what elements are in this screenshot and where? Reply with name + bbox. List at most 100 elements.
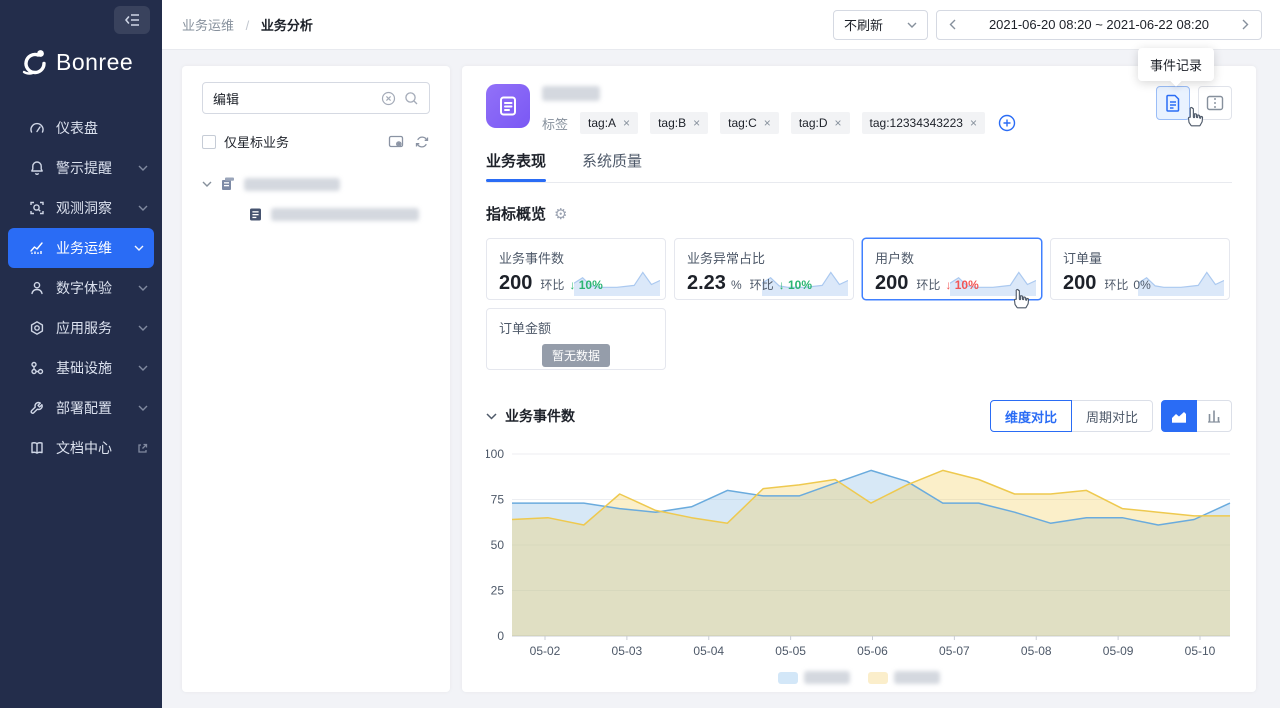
svg-text:50: 50 — [491, 538, 505, 552]
date-range-value: 2021-06-20 08:20 ~ 2021-06-22 08:20 — [989, 17, 1209, 32]
breadcrumb-separator: / — [246, 18, 250, 33]
arrow-down-icon: ↓ — [779, 278, 785, 292]
redacted-entity-title — [542, 86, 600, 101]
metric-card-users[interactable]: 用户数 200 环比 ↓ 10% — [862, 238, 1042, 300]
metric-card-error-ratio[interactable]: 业务异常占比 2.23 % 环比 ↓ 10% — [674, 238, 854, 300]
entity-header: 标签 tag:A× tag:B× tag:C× tag:D× tag:12334… — [486, 84, 1232, 134]
tag-pill: tag:B× — [650, 112, 708, 134]
tree-node-item[interactable] — [202, 199, 430, 229]
sidebar-nav: 仪表盘 警示提醒 观测洞察 业务运维 数字体验 — [0, 108, 162, 468]
tag-remove-icon[interactable]: × — [835, 116, 842, 130]
hexagon-app-icon — [28, 320, 46, 336]
svg-text:05-06: 05-06 — [857, 644, 888, 658]
tag-remove-icon[interactable]: × — [764, 116, 771, 130]
business-analysis-panel: 事件记录 标签 — [462, 66, 1256, 692]
refresh-select-value: 不刷新 — [844, 15, 883, 34]
tag-pill: tag:D× — [791, 112, 850, 134]
sidebar-item-label: 警示提醒 — [56, 158, 138, 178]
metric-value: 200 — [499, 272, 532, 295]
business-entity-icon — [486, 84, 530, 128]
bar-chart-type-button[interactable] — [1196, 400, 1232, 432]
svg-text:75: 75 — [491, 493, 505, 507]
chevron-down-icon — [138, 325, 148, 331]
breadcrumb-parent[interactable]: 业务运维 — [182, 18, 234, 33]
metric-card-order-amount[interactable]: 订单金额 暂无数据 — [486, 308, 666, 370]
svg-text:05-07: 05-07 — [939, 644, 970, 658]
chevron-down-icon[interactable] — [486, 413, 497, 420]
panel-settings-icon[interactable] — [388, 134, 404, 150]
clear-icon[interactable] — [381, 91, 396, 106]
main-column: 业务运维 / 业务分析 不刷新 2021-06-20 08:20 ~ 2021-… — [162, 0, 1280, 708]
tags-label: 标签 — [542, 114, 568, 133]
svg-text:05-03: 05-03 — [612, 644, 643, 658]
sidebar-item-digital-experience[interactable]: 数字体验 — [0, 268, 162, 308]
sidebar-item-app-services[interactable]: 应用服务 — [0, 308, 162, 348]
sync-icon[interactable] — [414, 134, 430, 150]
sidebar-item-infrastructure[interactable]: 基础设施 — [0, 348, 162, 388]
arrow-down-icon: ↓ — [945, 278, 951, 292]
compare-mode-toggle: 维度对比 周期对比 — [990, 400, 1153, 432]
sidebar-item-alerts[interactable]: 警示提醒 — [0, 148, 162, 188]
sidebar-item-label: 基础设施 — [56, 358, 138, 378]
tab-business-performance[interactable]: 业务表现 — [486, 150, 546, 182]
sidebar: Bonree 仪表盘 警示提醒 观测洞察 业务运维 — [0, 0, 162, 708]
search-input[interactable] — [213, 91, 373, 106]
sidebar-item-business-ops[interactable]: 业务运维 — [8, 228, 154, 268]
topbar: 业务运维 / 业务分析 不刷新 2021-06-20 08:20 ~ 2021-… — [162, 0, 1280, 50]
event-log-button[interactable] — [1156, 86, 1190, 120]
sidebar-item-label: 观测洞察 — [56, 198, 138, 218]
refresh-interval-select[interactable]: 不刷新 — [833, 10, 928, 40]
external-link-icon — [137, 443, 148, 454]
date-range-picker[interactable]: 2021-06-20 08:20 ~ 2021-06-22 08:20 — [936, 10, 1262, 40]
period-compare-button[interactable]: 周期对比 — [1071, 400, 1153, 432]
chart-section-header: 业务事件数 维度对比 周期对比 — [486, 400, 1232, 432]
book-icon — [28, 440, 46, 456]
chevron-down-icon — [907, 22, 917, 28]
chevron-down-icon[interactable] — [202, 181, 212, 187]
legend-swatch — [778, 672, 798, 684]
bell-icon — [28, 160, 46, 176]
dimension-compare-button[interactable]: 维度对比 — [990, 400, 1072, 432]
business-group-icon — [220, 176, 236, 192]
legend-swatch — [868, 672, 888, 684]
redacted-node-label — [244, 178, 340, 191]
collapse-panel-icon — [124, 13, 140, 27]
svg-text:100: 100 — [486, 447, 504, 461]
tab-system-quality[interactable]: 系统质量 — [582, 150, 642, 182]
business-doc-icon — [248, 207, 263, 222]
no-data-badge: 暂无数据 — [542, 344, 610, 367]
sidebar-item-observe[interactable]: 观测洞察 — [0, 188, 162, 228]
sidebar-item-docs-center[interactable]: 文档中心 — [0, 428, 162, 468]
settings-gear-icon[interactable]: ⚙ — [554, 205, 567, 223]
business-events-chart: 025507510005-0205-0305-0405-0505-0605-07… — [486, 442, 1232, 666]
sidebar-item-deploy-config[interactable]: 部署配置 — [0, 388, 162, 428]
tag-remove-icon[interactable]: × — [623, 116, 630, 130]
star-filter-checkbox[interactable] — [202, 135, 216, 149]
redacted-node-label — [271, 208, 419, 221]
metric-value: 200 — [875, 272, 908, 295]
add-tag-button[interactable] — [997, 113, 1017, 133]
chevron-down-icon — [138, 165, 148, 171]
area-chart-type-button[interactable] — [1161, 400, 1197, 432]
tree-node-group[interactable] — [202, 169, 430, 199]
sidebar-collapse-button[interactable] — [114, 6, 150, 34]
chevron-left-icon[interactable] — [949, 19, 956, 30]
legend-item[interactable] — [868, 671, 940, 684]
user-icon — [28, 280, 46, 296]
bonree-logo-icon — [16, 46, 50, 78]
legend-item[interactable] — [778, 671, 850, 684]
tag-remove-icon[interactable]: × — [693, 116, 700, 130]
sidebar-item-dashboard[interactable]: 仪表盘 — [0, 108, 162, 148]
metric-card-business-events[interactable]: 业务事件数 200 环比 ↓ 10% — [486, 238, 666, 300]
content-area: 仅星标业务 — [162, 50, 1280, 692]
metric-card-orders[interactable]: 订单量 200 环比 0% — [1050, 238, 1230, 300]
search-icon[interactable] — [404, 91, 419, 106]
svg-text:05-09: 05-09 — [1103, 644, 1134, 658]
brand-name: Bonree — [56, 49, 133, 76]
chevron-down-icon — [138, 285, 148, 291]
sidebar-item-label: 数字体验 — [56, 278, 138, 298]
app-root: Bonree 仪表盘 警示提醒 观测洞察 业务运维 — [0, 0, 1280, 708]
split-panel-button[interactable] — [1198, 86, 1232, 120]
chevron-right-icon[interactable] — [1242, 19, 1249, 30]
tag-remove-icon[interactable]: × — [970, 116, 977, 130]
